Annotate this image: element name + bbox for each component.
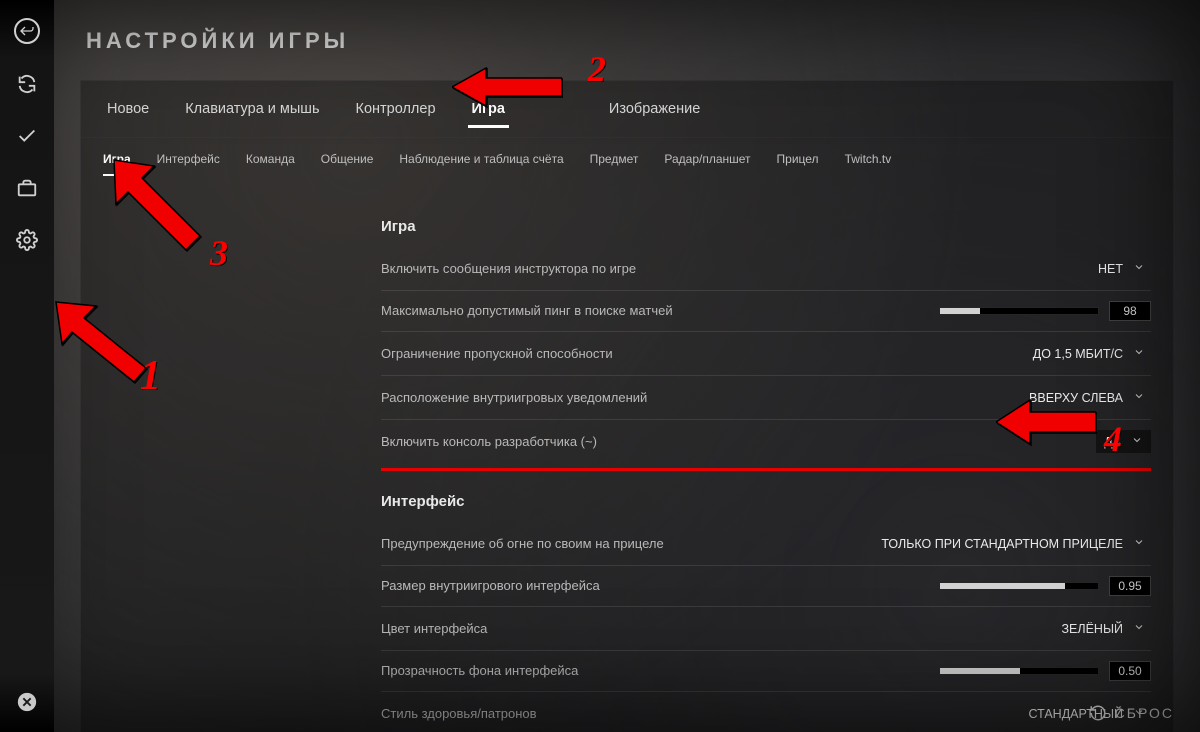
dropdown-notification-pos[interactable]: ВВЕРХУ СЛЕВА bbox=[1023, 386, 1151, 409]
section-title: Игра bbox=[381, 218, 1151, 235]
subtab-spectate[interactable]: Наблюдение и таблица счёта bbox=[399, 148, 563, 176]
subtab-game[interactable]: Игра bbox=[103, 148, 131, 176]
row-label: Ограничение пропускной способности bbox=[381, 345, 613, 363]
subtab-label: Команда bbox=[246, 152, 295, 166]
tab-display[interactable]: Изображение bbox=[605, 95, 704, 127]
chevron-down-icon bbox=[1133, 261, 1145, 276]
check-icon[interactable] bbox=[15, 124, 39, 148]
dropdown-value: ЗЕЛЁНЫЙ bbox=[1061, 622, 1123, 636]
row-ff-warning: Предупреждение об огне по своим на прице… bbox=[381, 522, 1151, 566]
section-game: Игра Включить сообщения инструктора по и… bbox=[381, 218, 1151, 463]
tab-label: Новое bbox=[107, 101, 149, 117]
tab-keyboard[interactable]: Клавиатура и мышь bbox=[181, 95, 323, 127]
tabs-sub: Игра Интерфейс Команда Общение Наблюдени… bbox=[81, 138, 1173, 186]
subtab-label: Радар/планшет bbox=[664, 152, 750, 166]
row-label: Включить сообщения инструктора по игре bbox=[381, 260, 636, 278]
tab-controller[interactable]: Контроллер bbox=[352, 95, 440, 127]
row-label: Размер внутриигрового интерфейса bbox=[381, 577, 600, 595]
dropdown-hud-color[interactable]: ЗЕЛЁНЫЙ bbox=[1055, 617, 1151, 640]
subtab-label: Игра bbox=[103, 152, 131, 166]
dropdown-bandwidth[interactable]: ДО 1,5 МБИТ/С bbox=[1027, 342, 1151, 365]
settings-icon[interactable] bbox=[15, 228, 39, 252]
dropdown-value: ТОЛЬКО ПРИ СТАНДАРТНОМ ПРИЦЕЛЕ bbox=[881, 537, 1123, 551]
dropdown-value: НЕТ bbox=[1098, 262, 1123, 276]
inventory-icon[interactable] bbox=[15, 176, 39, 200]
tab-label: Игра bbox=[472, 101, 505, 117]
slider-ping[interactable] bbox=[939, 307, 1099, 315]
chevron-down-icon bbox=[1133, 346, 1145, 361]
section-interface: Интерфейс Предупреждение об огне по свои… bbox=[381, 493, 1151, 732]
row-label: Включить консоль разработчика (~) bbox=[381, 433, 597, 451]
hud-alpha-value: 0.50 bbox=[1109, 661, 1151, 681]
chevron-down-icon bbox=[1133, 621, 1145, 636]
reset-button[interactable]: СБРОС bbox=[1089, 704, 1174, 722]
row-health-style: Стиль здоровья/патронов СТАНДАРТНЫЙ bbox=[381, 692, 1151, 732]
slider-control: 0.50 bbox=[939, 661, 1151, 681]
settings-content: Игра Включить сообщения инструктора по и… bbox=[81, 186, 1173, 469]
subtab-comm[interactable]: Общение bbox=[321, 148, 374, 176]
reset-icon bbox=[1089, 704, 1107, 722]
close-icon[interactable] bbox=[15, 690, 39, 714]
settings-content-2: Интерфейс Предупреждение об огне по свои… bbox=[81, 493, 1173, 732]
subtab-label: Общение bbox=[321, 152, 374, 166]
sidebar bbox=[0, 0, 54, 732]
row-hud-alpha: Прозрачность фона интерфейса 0.50 bbox=[381, 651, 1151, 692]
row-hud-scale: Размер внутриигрового интерфейса 0.95 bbox=[381, 566, 1151, 607]
dropdown-dev-console[interactable]: ДА bbox=[1096, 430, 1151, 453]
row-label: Цвет интерфейса bbox=[381, 620, 487, 638]
subtab-label: Twitch.tv bbox=[845, 152, 892, 166]
reset-label: СБРОС bbox=[1115, 705, 1174, 721]
dropdown-instructor[interactable]: НЕТ bbox=[1092, 257, 1151, 280]
row-notification-pos: Расположение внутриигровых уведомлений В… bbox=[381, 376, 1151, 420]
tab-new[interactable]: Новое bbox=[103, 95, 153, 127]
subtab-label: Наблюдение и таблица счёта bbox=[399, 152, 563, 166]
subtab-radar[interactable]: Радар/планшет bbox=[664, 148, 750, 176]
hud-scale-value: 0.95 bbox=[1109, 576, 1151, 596]
dropdown-value: ДА bbox=[1104, 435, 1121, 449]
row-label: Предупреждение об огне по своим на прице… bbox=[381, 535, 664, 553]
tab-label: Контроллер bbox=[356, 101, 436, 117]
dropdown-value: ДО 1,5 МБИТ/С bbox=[1033, 347, 1123, 361]
highlight-underline bbox=[381, 468, 1151, 471]
refresh-icon[interactable] bbox=[15, 72, 39, 96]
slider-hud-alpha[interactable] bbox=[939, 667, 1099, 675]
dropdown-ff-warning[interactable]: ТОЛЬКО ПРИ СТАНДАРТНОМ ПРИЦЕЛЕ bbox=[875, 532, 1151, 555]
subtab-label: Предмет bbox=[590, 152, 639, 166]
chevron-down-icon bbox=[1131, 434, 1143, 449]
slider-control: 0.95 bbox=[939, 576, 1151, 596]
row-label: Максимально допустимый пинг в поиске мат… bbox=[381, 302, 673, 320]
subtab-crosshair[interactable]: Прицел bbox=[777, 148, 819, 176]
tab-label: Изображение bbox=[609, 101, 700, 117]
row-bandwidth: Ограничение пропускной способности ДО 1,… bbox=[381, 332, 1151, 376]
ping-value: 98 bbox=[1109, 301, 1151, 321]
page-title: НАСТРОЙКИ ИГРЫ bbox=[80, 0, 1174, 80]
subtab-team[interactable]: Команда bbox=[246, 148, 295, 176]
row-label: Расположение внутриигровых уведомлений bbox=[381, 389, 647, 407]
tabs-main: Новое Клавиатура и мышь Контроллер Игра … bbox=[81, 81, 1173, 138]
back-icon[interactable] bbox=[14, 18, 40, 44]
chevron-down-icon bbox=[1133, 390, 1145, 405]
row-label: Прозрачность фона интерфейса bbox=[381, 662, 578, 680]
tab-label: Клавиатура и мышь bbox=[185, 101, 319, 117]
chevron-down-icon bbox=[1133, 536, 1145, 551]
subtab-label: Интерфейс bbox=[157, 152, 220, 166]
section-title: Интерфейс bbox=[381, 493, 1151, 510]
slider-control: 98 bbox=[939, 301, 1151, 321]
dropdown-value: ВВЕРХУ СЛЕВА bbox=[1029, 391, 1123, 405]
settings-panel: Новое Клавиатура и мышь Контроллер Игра … bbox=[80, 80, 1174, 732]
subtab-interface[interactable]: Интерфейс bbox=[157, 148, 220, 176]
row-instructor: Включить сообщения инструктора по игре Н… bbox=[381, 247, 1151, 291]
subtab-twitch[interactable]: Twitch.tv bbox=[845, 148, 892, 176]
row-label: Стиль здоровья/патронов bbox=[381, 705, 537, 723]
subtab-label: Прицел bbox=[777, 152, 819, 166]
row-hud-color: Цвет интерфейса ЗЕЛЁНЫЙ bbox=[381, 607, 1151, 651]
row-dev-console: Включить консоль разработчика (~) ДА bbox=[381, 420, 1151, 463]
subtab-item[interactable]: Предмет bbox=[590, 148, 639, 176]
row-max-ping: Максимально допустимый пинг в поиске мат… bbox=[381, 291, 1151, 332]
slider-hud-scale[interactable] bbox=[939, 582, 1099, 590]
tab-game[interactable]: Игра bbox=[468, 95, 509, 127]
main: НАСТРОЙКИ ИГРЫ Новое Клавиатура и мышь К… bbox=[54, 0, 1200, 732]
